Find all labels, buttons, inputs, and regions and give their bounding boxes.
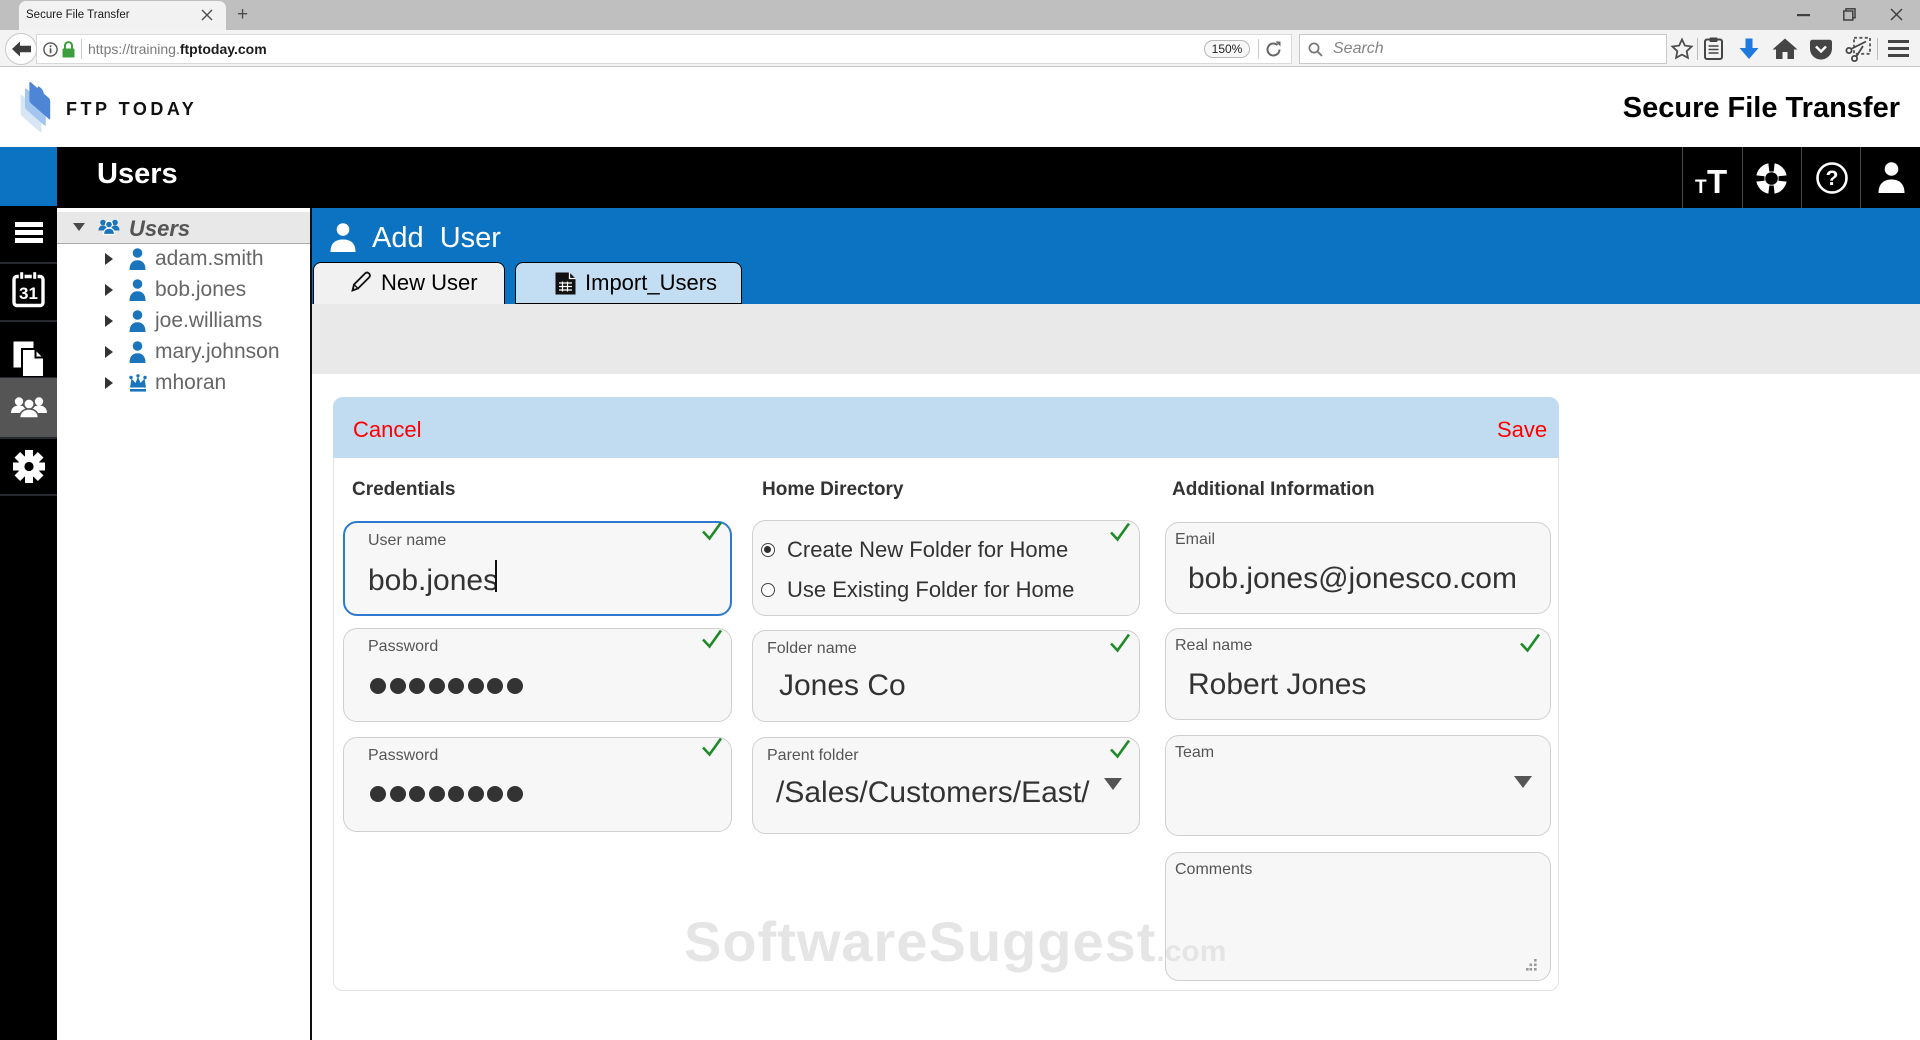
svg-text:?: ? [1826, 167, 1839, 190]
svg-text:31: 31 [19, 284, 38, 303]
